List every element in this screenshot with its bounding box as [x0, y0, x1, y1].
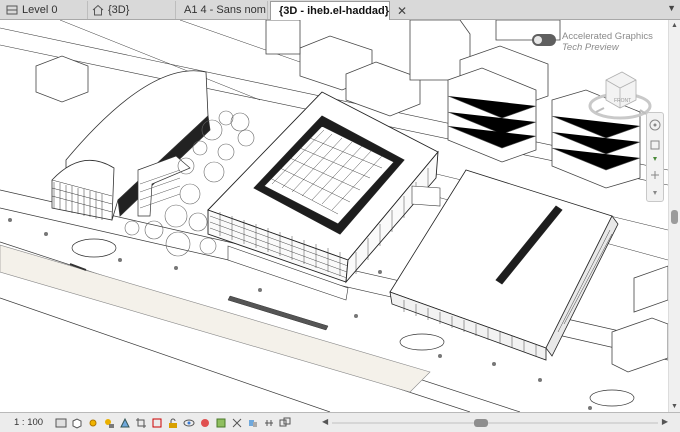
- home-3d-icon: [92, 4, 104, 16]
- detail-level-icon[interactable]: [54, 416, 68, 429]
- horizontal-scrollbar[interactable]: ◀ ▶: [322, 417, 668, 428]
- tab-label: {3D - iheb.el-haddad}: [279, 5, 390, 17]
- toggle-switch[interactable]: [532, 34, 556, 46]
- tab-level-0[interactable]: Level 0: [2, 1, 88, 19]
- 3d-viewport[interactable]: Accelerated Graphics Tech Preview FRONT: [0, 20, 668, 412]
- view-control-icons: [54, 416, 292, 429]
- view-scale[interactable]: 1 : 100: [14, 417, 43, 428]
- temporary-view-properties-icon[interactable]: [214, 416, 228, 429]
- crop-view-icon[interactable]: [134, 416, 148, 429]
- tab-list-chevron-down-icon[interactable]: ▼: [667, 3, 676, 13]
- sun-path-icon[interactable]: [86, 416, 100, 429]
- scroll-left-icon[interactable]: ◀: [322, 417, 328, 426]
- view-control-bar: 1 : 100 ◀ ▶: [0, 412, 680, 432]
- scroll-up-icon[interactable]: ▲: [671, 22, 678, 29]
- unlock-3d-view-icon[interactable]: [166, 416, 180, 429]
- viewcube[interactable]: FRONT: [580, 64, 656, 128]
- show-crop-region-icon[interactable]: [150, 416, 164, 429]
- reveal-constraints-icon[interactable]: [262, 416, 276, 429]
- vertical-scrollbar[interactable]: ▲ ▼: [668, 20, 680, 412]
- scroll-right-icon[interactable]: ▶: [662, 417, 668, 426]
- tab-3d[interactable]: {3D}: [88, 1, 176, 19]
- view-tab-bar: Level 0 {3D} A1 4 - Sans nom {3D - iheb.…: [0, 0, 680, 20]
- accelerated-graphics-line2: Tech Preview: [562, 42, 619, 53]
- temporary-hide-icon[interactable]: [182, 416, 196, 429]
- tab-label: Level 0: [22, 4, 58, 16]
- shadows-icon[interactable]: [102, 416, 116, 429]
- worksharing-display-icon[interactable]: [278, 416, 292, 429]
- floor-plan-icon: [6, 5, 18, 15]
- viewcube-icon: FRONT: [588, 71, 652, 120]
- scroll-down-icon[interactable]: ▼: [671, 403, 678, 410]
- close-tab-icon[interactable]: ✕: [397, 4, 407, 18]
- steering-wheel-icon[interactable]: [647, 113, 663, 201]
- tab-label: {3D}: [108, 4, 130, 16]
- scrollbar-track: [332, 422, 658, 424]
- building-model-drawing: [0, 20, 668, 412]
- tab-3d-user[interactable]: {3D - iheb.el-haddad} ✕: [270, 1, 407, 20]
- tab-sheet-a1-4[interactable]: A1 4 - Sans nom: [176, 1, 268, 19]
- accelerated-graphics-toggle[interactable]: Accelerated Graphics Tech Preview: [532, 31, 653, 53]
- analytical-model-icon[interactable]: [230, 416, 244, 429]
- show-rendering-icon[interactable]: [118, 416, 132, 429]
- reveal-hidden-icon[interactable]: [198, 416, 212, 429]
- viewcube-face-label: FRONT: [614, 98, 631, 104]
- scrollbar-thumb[interactable]: [474, 419, 488, 427]
- navigation-bar[interactable]: [646, 112, 664, 202]
- tab-label: A1 4 - Sans nom: [184, 4, 266, 16]
- accelerated-graphics-label: Accelerated Graphics Tech Preview: [562, 31, 653, 53]
- highlight-displacement-icon[interactable]: [246, 416, 260, 429]
- accelerated-graphics-line1: Accelerated Graphics: [562, 31, 653, 42]
- visual-style-icon[interactable]: [70, 416, 84, 429]
- scrollbar-thumb[interactable]: [671, 210, 678, 224]
